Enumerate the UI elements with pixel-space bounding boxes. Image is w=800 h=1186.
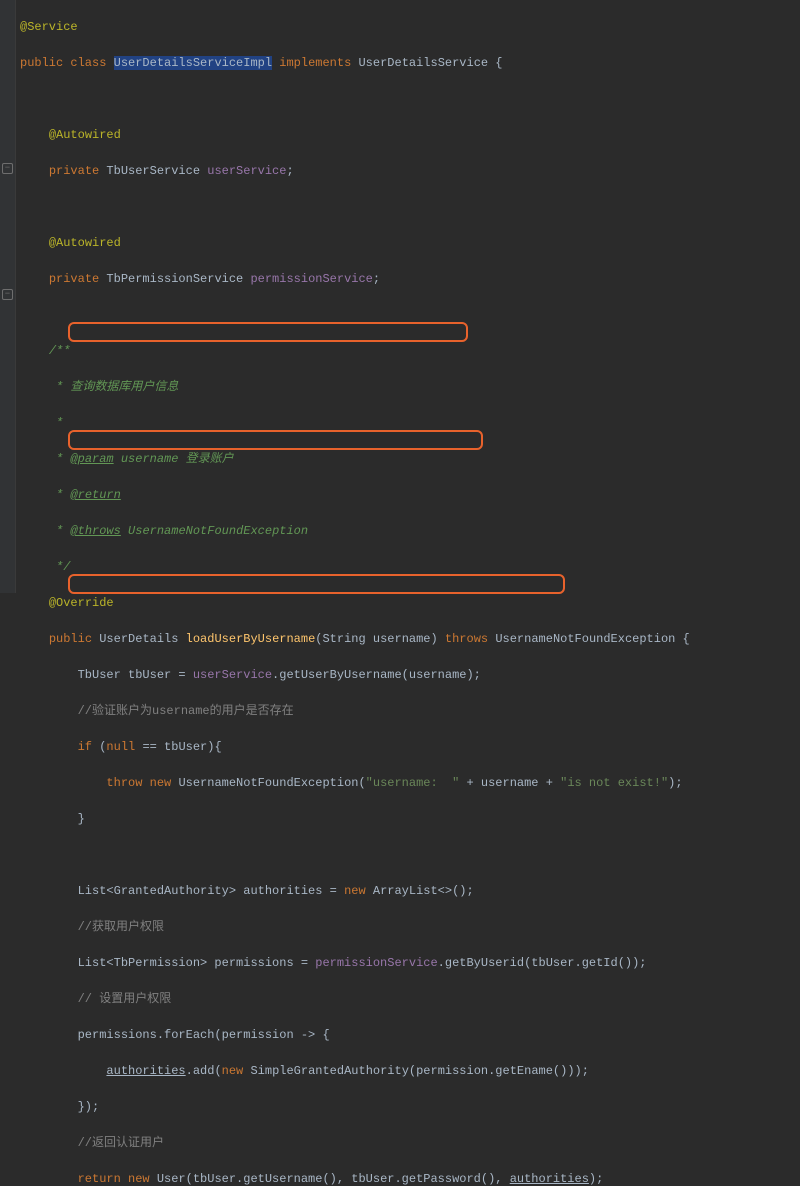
code-line: * @return bbox=[20, 486, 690, 504]
code-line: * @throws UsernameNotFoundException bbox=[20, 522, 690, 540]
code-line bbox=[20, 846, 690, 864]
fold-icon[interactable]: − bbox=[2, 163, 13, 174]
code-line: public class UserDetailsServiceImpl impl… bbox=[20, 54, 690, 72]
code-line: permissions.forEach(permission -> { bbox=[20, 1026, 690, 1044]
code-line: throw new UsernameNotFoundException("use… bbox=[20, 774, 690, 792]
code-line: List<TbPermission> permissions = permiss… bbox=[20, 954, 690, 972]
code-line: * @param username 登录账户 bbox=[20, 450, 690, 468]
code-line: if (null == tbUser){ bbox=[20, 738, 690, 756]
code-line: */ bbox=[20, 558, 690, 576]
code-line: * 查询数据库用户信息 bbox=[20, 378, 690, 396]
code-line: /** bbox=[20, 342, 690, 360]
code-line: @Autowired bbox=[20, 234, 690, 252]
code-line: @Override bbox=[20, 594, 690, 612]
code-line: @Autowired bbox=[20, 126, 690, 144]
code-line: List<GrantedAuthority> authorities = new… bbox=[20, 882, 690, 900]
fold-icon[interactable]: − bbox=[2, 289, 13, 300]
code-editor[interactable]: @Service public class UserDetailsService… bbox=[16, 0, 690, 1186]
code-line: @Service bbox=[20, 18, 690, 36]
code-line: //返回认证用户 bbox=[20, 1134, 690, 1152]
code-line: authorities.add(new SimpleGrantedAuthori… bbox=[20, 1062, 690, 1080]
code-line: public UserDetails loadUserByUsername(St… bbox=[20, 630, 690, 648]
code-line: } bbox=[20, 810, 690, 828]
code-line: }); bbox=[20, 1098, 690, 1116]
code-line: //获取用户权限 bbox=[20, 918, 690, 936]
code-line bbox=[20, 90, 690, 108]
code-line: //验证账户为username的用户是否存在 bbox=[20, 702, 690, 720]
code-line: private TbPermissionService permissionSe… bbox=[20, 270, 690, 288]
editor-gutter: − − bbox=[0, 0, 16, 593]
code-line: return new User(tbUser.getUsername(), tb… bbox=[20, 1170, 690, 1186]
code-line: private TbUserService userService; bbox=[20, 162, 690, 180]
code-line: // 设置用户权限 bbox=[20, 990, 690, 1008]
code-line: * bbox=[20, 414, 690, 432]
code-line: TbUser tbUser = userService.getUserByUse… bbox=[20, 666, 690, 684]
code-line bbox=[20, 198, 690, 216]
code-line bbox=[20, 306, 690, 324]
